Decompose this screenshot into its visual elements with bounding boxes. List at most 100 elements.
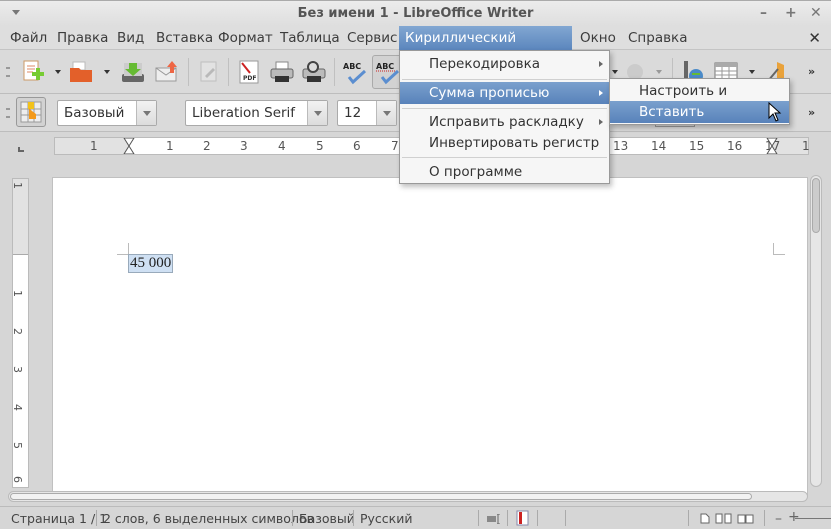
scroll-thumb[interactable] <box>10 493 752 500</box>
menu-label: Окно <box>580 30 616 46</box>
toolbar-dropdown-arrow[interactable] <box>612 70 618 74</box>
edit-file-icon[interactable] <box>196 59 222 85</box>
window-title: Без имени 1 - LibreOffice Writer <box>297 6 534 21</box>
menu-label: Формат <box>218 30 273 46</box>
menu-item-invert-case[interactable]: Инвертировать регистр <box>400 132 609 154</box>
menu-label: Вставка <box>156 30 214 46</box>
status-language[interactable]: Русский <box>360 511 412 526</box>
chevron-down-icon[interactable] <box>376 101 396 125</box>
menu-item-fix-layout[interactable]: Исправить раскладку <box>400 111 609 133</box>
toolbar-dropdown-arrow[interactable] <box>656 70 662 74</box>
status-page-style[interactable]: Базовый <box>299 511 355 526</box>
menu-format[interactable]: Формат <box>212 26 279 50</box>
status-bar: Страница 1 / 1 2 слов, 6 выделенных симв… <box>0 506 831 529</box>
submenu-arrow-icon <box>599 61 603 67</box>
zoom-slider[interactable] <box>795 518 831 519</box>
menu-item-about[interactable]: О программе <box>400 161 609 183</box>
minimize-icon[interactable]: – <box>760 5 767 21</box>
zoom-out-icon[interactable]: – <box>775 511 782 527</box>
ruler-label: 4 <box>278 139 286 153</box>
status-separator <box>565 510 566 526</box>
scroll-thumb[interactable] <box>812 178 820 233</box>
ruler-label: 6 <box>11 476 24 483</box>
close-icon[interactable]: ✕ <box>810 5 822 21</box>
toolbar-overflow-button[interactable]: » <box>808 65 815 78</box>
toolbar-separator <box>228 58 229 86</box>
tab-stop-type-icon[interactable] <box>18 147 24 152</box>
menu-edit[interactable]: Правка <box>51 26 114 50</box>
ruler-label: 1 <box>11 182 24 189</box>
menu-window[interactable]: Окно <box>574 26 622 50</box>
sum-in-words-submenu: Настроить и вставить Вставить <box>609 78 790 125</box>
close-document-icon[interactable]: ✕ <box>808 29 821 47</box>
right-indent-marker[interactable] <box>766 138 778 154</box>
menu-label: Сервис <box>347 30 398 46</box>
status-separator <box>764 510 765 526</box>
new-document-icon[interactable] <box>20 59 46 85</box>
document-modified-icon[interactable] <box>514 510 530 526</box>
status-page[interactable]: Страница 1 / 1 <box>11 511 107 526</box>
status-separator <box>353 510 354 526</box>
horizontal-scrollbar[interactable] <box>8 491 808 502</box>
menu-item-insert[interactable]: Вставить <box>610 101 789 123</box>
document-page[interactable] <box>52 177 808 497</box>
menu-insert[interactable]: Вставка <box>150 26 219 50</box>
ruler-label: 16 <box>727 139 743 153</box>
menu-view[interactable]: Вид <box>111 26 150 50</box>
new-dropdown-arrow[interactable] <box>55 70 61 74</box>
menu-label: Вид <box>117 30 145 46</box>
styles-formatting-button[interactable] <box>16 97 46 127</box>
font-size-combo[interactable]: 12 <box>337 100 397 126</box>
autospellcheck-button[interactable]: ABC <box>372 55 402 89</box>
status-separator <box>478 510 479 526</box>
menu-bar: Файл Правка Вид Вставка Формат Таблица С… <box>0 26 831 70</box>
styles-icon <box>20 101 42 123</box>
chevron-down-icon[interactable] <box>307 101 327 125</box>
toolbar-overflow-button[interactable]: » <box>808 106 815 119</box>
menu-table[interactable]: Таблица <box>274 26 346 50</box>
multi-page-view-icon[interactable] <box>715 513 733 524</box>
svg-text:ABC: ABC <box>343 62 361 71</box>
status-separator <box>688 510 689 526</box>
svg-text:ABC: ABC <box>376 62 394 71</box>
spellcheck-icon[interactable]: ABC <box>342 59 368 85</box>
menu-file[interactable]: Файл <box>4 26 53 50</box>
status-word-count[interactable]: 2 слов, 6 выделенных символов <box>103 511 314 526</box>
open-folder-icon[interactable] <box>68 59 94 85</box>
toolbar-separator <box>334 58 335 86</box>
save-icon[interactable] <box>120 59 146 85</box>
menu-item-configure-insert[interactable]: Настроить и вставить <box>610 80 789 121</box>
font-name-combo[interactable]: Liberation Serif <box>185 100 328 126</box>
menu-help[interactable]: Справка <box>622 26 693 50</box>
menu-item-label: Инвертировать регистр <box>429 135 600 151</box>
menu-cyrillic-document[interactable]: Кириллический документ <box>399 26 572 70</box>
toolbar-grip[interactable] <box>6 108 10 118</box>
paragraph-style-combo[interactable]: Базовый <box>57 100 157 126</box>
send-email-icon[interactable] <box>154 59 180 85</box>
toolbar-grip[interactable] <box>6 67 10 77</box>
status-separator <box>507 510 508 526</box>
print-preview-icon[interactable] <box>301 59 327 85</box>
vertical-ruler[interactable]: 1 1 2 3 4 5 6 <box>11 178 29 488</box>
open-dropdown-arrow[interactable] <box>104 70 110 74</box>
export-pdf-icon[interactable]: PDF <box>236 59 262 85</box>
table-dropdown-arrow[interactable] <box>749 70 755 74</box>
submenu-arrow-icon <box>599 119 603 125</box>
single-page-view-icon[interactable] <box>700 513 710 524</box>
selected-text[interactable]: 45 000 <box>128 254 174 273</box>
ruler-label: 2 <box>203 139 211 153</box>
insert-mode-icon[interactable] <box>487 514 501 524</box>
title-bar: Без имени 1 - LibreOffice Writer – + ✕ <box>0 0 831 26</box>
chevron-down-icon[interactable] <box>136 101 156 125</box>
mouse-pointer-icon <box>768 102 782 122</box>
vertical-scrollbar[interactable] <box>810 175 822 487</box>
ruler-label: 2 <box>11 328 24 335</box>
print-icon[interactable] <box>269 59 295 85</box>
left-indent-marker[interactable] <box>123 138 135 154</box>
book-view-icon[interactable] <box>737 513 755 524</box>
zoom-in-icon[interactable]: + <box>788 509 800 525</box>
menu-tools[interactable]: Сервис <box>341 26 403 50</box>
maximize-icon[interactable]: + <box>785 5 797 21</box>
menu-item-recode-document[interactable]: Перекодировка документа <box>400 53 609 94</box>
menu-item-sum-in-words[interactable]: Сумма прописью <box>400 82 609 104</box>
